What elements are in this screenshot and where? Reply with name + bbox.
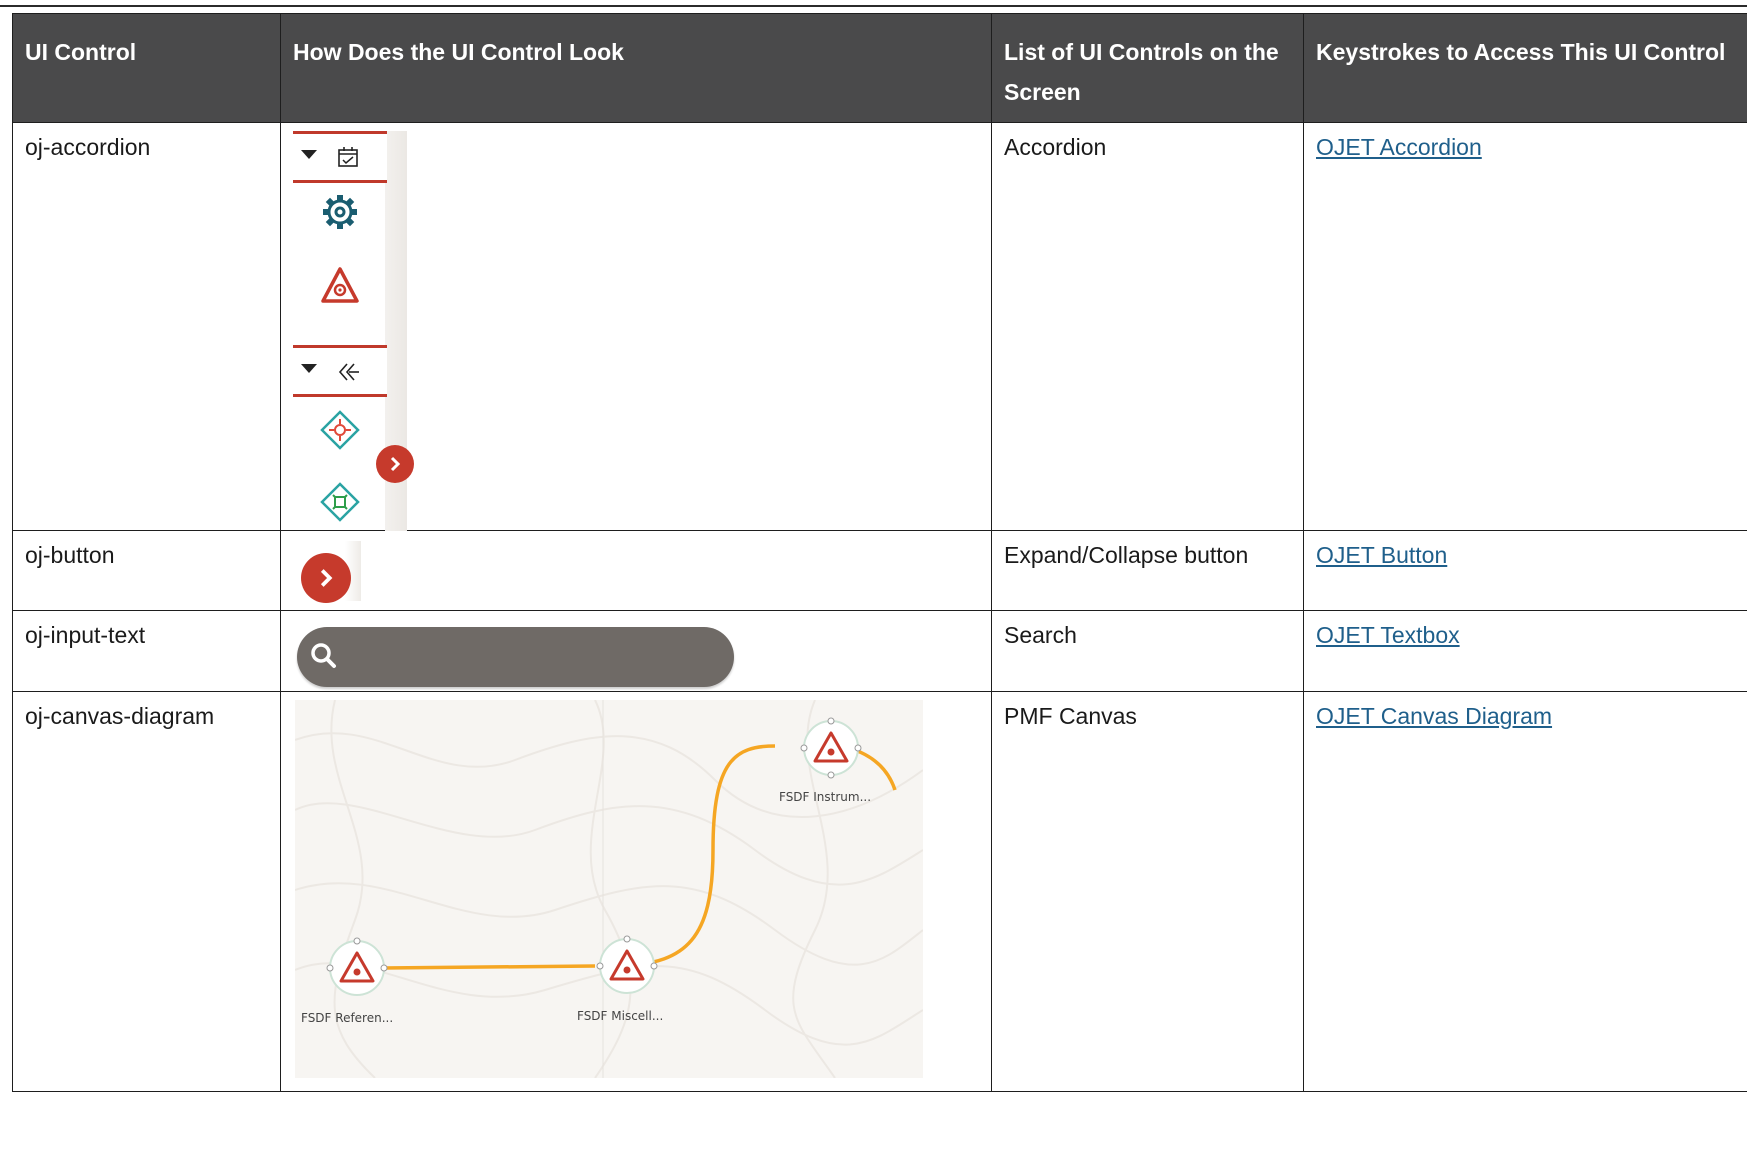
table-header-row: UI Control How Does the UI Control Look … xyxy=(12,13,1747,123)
search-input[interactable] xyxy=(297,627,734,687)
cell-list: PMF Canvas xyxy=(991,691,1304,1092)
link-ojet-button[interactable]: OJET Button xyxy=(1316,542,1447,568)
cell-control: oj-canvas-diagram xyxy=(12,691,281,1092)
expand-collapse-button-sample[interactable] xyxy=(301,553,351,603)
expand-collapse-button[interactable] xyxy=(376,445,414,483)
cell-look-input xyxy=(280,610,992,692)
header-ui-control: UI Control xyxy=(12,13,281,123)
chevron-right-icon xyxy=(320,569,333,587)
header-look: How Does the UI Control Look xyxy=(280,13,992,123)
table-row: oj-input-text Search OJET Textbox xyxy=(12,610,1747,692)
cell-look-accordion xyxy=(280,122,992,579)
header-list: List of UI Controls on the Screen xyxy=(991,13,1304,123)
canvas-node-label: FSDF Instrum... xyxy=(779,790,872,804)
diamond-green-icon[interactable] xyxy=(319,481,361,523)
cell-look-canvas: FSDF Referen... FSDF Miscell... FSDF Ins… xyxy=(280,691,992,1092)
link-ojet-canvas-diagram[interactable]: OJET Canvas Diagram xyxy=(1316,703,1552,729)
cell-control: oj-input-text xyxy=(12,610,281,692)
accordion-header-2[interactable] xyxy=(293,345,387,397)
canvas-node-label: FSDF Miscell... xyxy=(577,1009,664,1023)
search-icon xyxy=(311,643,336,668)
diamond-red-icon[interactable] xyxy=(319,409,361,451)
warning-gear-icon[interactable] xyxy=(319,265,361,307)
link-ojet-textbox[interactable]: OJET Textbox xyxy=(1316,622,1460,648)
table-row: oj-button Expand/Collapse button OJET Bu… xyxy=(12,530,1747,611)
cell-control: oj-button xyxy=(12,530,281,611)
cell-list: Search xyxy=(991,610,1304,692)
table-row: oj-accordion Accordion OJET Accordion xyxy=(12,122,1747,579)
button-preview xyxy=(297,541,361,603)
canvas-node-1[interactable] xyxy=(326,937,388,996)
double-chevron-left-icon xyxy=(338,363,359,381)
header-keystrokes: Keystrokes to Access This UI Control xyxy=(1303,13,1747,123)
accordion-header-1[interactable] xyxy=(293,131,387,183)
calendar-icon xyxy=(338,147,358,167)
table-row: oj-canvas-diagram FSDF Referen... FSDF M… xyxy=(12,691,1747,1092)
cell-list: Accordion xyxy=(991,122,1304,531)
canvas-node-label: FSDF Referen... xyxy=(301,1011,394,1025)
ui-controls-table: UI Control How Does the UI Control Look … xyxy=(12,13,1747,1092)
caret-down-icon xyxy=(301,150,317,159)
link-ojet-accordion[interactable]: OJET Accordion xyxy=(1316,134,1482,160)
cell-list: Expand/Collapse button xyxy=(991,530,1304,611)
caret-down-icon xyxy=(301,364,317,373)
pmf-canvas[interactable]: FSDF Referen... FSDF Miscell... FSDF Ins… xyxy=(295,700,923,1078)
cell-look-button xyxy=(280,530,992,611)
top-rule xyxy=(0,5,1747,7)
chevron-right-icon xyxy=(390,456,401,472)
canvas-node-2[interactable] xyxy=(596,935,658,994)
gear-icon[interactable] xyxy=(319,191,361,233)
accordion-side-strip xyxy=(385,131,407,579)
accordion-preview xyxy=(293,131,414,579)
cell-control: oj-accordion xyxy=(12,122,281,531)
connector-lines xyxy=(382,743,897,970)
